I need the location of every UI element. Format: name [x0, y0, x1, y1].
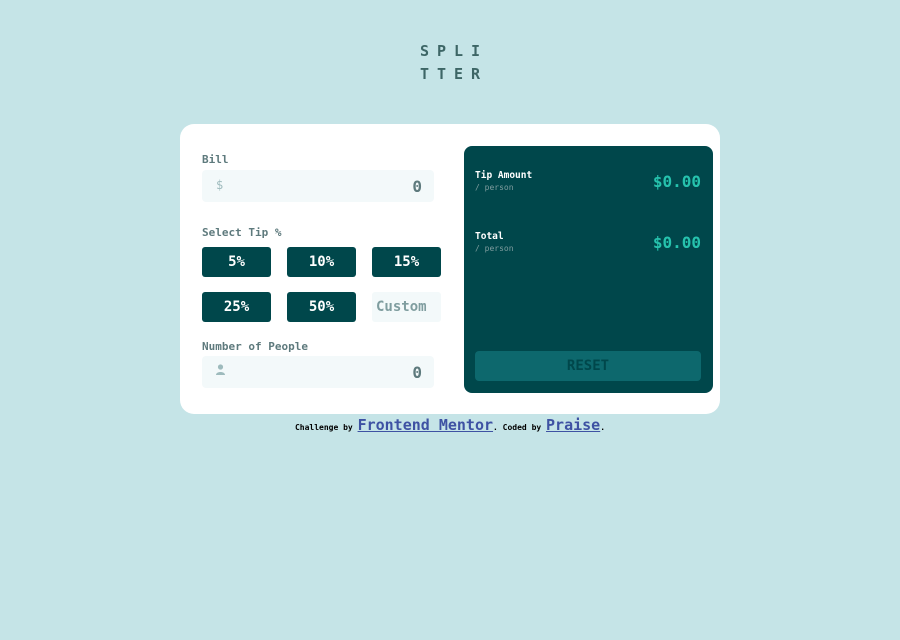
tip-amount-value: $0.00 — [652, 172, 701, 191]
select-tip-label: Select Tip % — [202, 226, 282, 239]
results-panel: Tip Amount / person $0.00 Total / person… — [464, 146, 713, 393]
tip-button-25[interactable]: 25% — [202, 292, 271, 322]
tip-amount-sub: / person — [475, 183, 514, 192]
people-input[interactable] — [242, 356, 422, 388]
frontend-mentor-link[interactable]: Frontend Mentor — [358, 416, 493, 434]
person-icon — [216, 364, 225, 378]
reset-button[interactable]: RESET — [475, 351, 701, 381]
bill-field[interactable]: $ — [202, 170, 434, 202]
dollar-icon: $ — [216, 178, 224, 192]
author-link[interactable]: Praise — [546, 416, 600, 434]
tip-button-10[interactable]: 10% — [287, 247, 356, 277]
tip-button-15[interactable]: 15% — [372, 247, 441, 277]
people-label: Number of People — [202, 340, 308, 353]
attribution-footer: Challenge by Frontend Mentor. Coded by P… — [0, 416, 900, 434]
footer-end: . — [600, 423, 606, 432]
total-label: Total — [475, 231, 504, 242]
bill-input[interactable] — [242, 170, 422, 202]
challenge-prefix: Challenge by — [294, 423, 353, 432]
total-sub: / person — [475, 244, 514, 253]
bill-label: Bill — [202, 153, 229, 166]
logo-line-2: TTER — [419, 65, 489, 83]
logo-line-1: SPLI — [419, 42, 489, 60]
people-field[interactable] — [202, 356, 434, 388]
tip-button-5[interactable]: 5% — [202, 247, 271, 277]
app-logo: SPLI TTER — [0, 40, 900, 86]
tip-amount-label: Tip Amount — [475, 170, 533, 181]
coded-prefix: . Coded by — [493, 423, 542, 432]
calculator-card: Bill $ Select Tip % 5% 10% 15% 25% 50% N… — [180, 124, 720, 414]
custom-tip-input[interactable] — [372, 292, 441, 322]
tip-button-50[interactable]: 50% — [287, 292, 356, 322]
total-value: $0.00 — [652, 233, 701, 252]
